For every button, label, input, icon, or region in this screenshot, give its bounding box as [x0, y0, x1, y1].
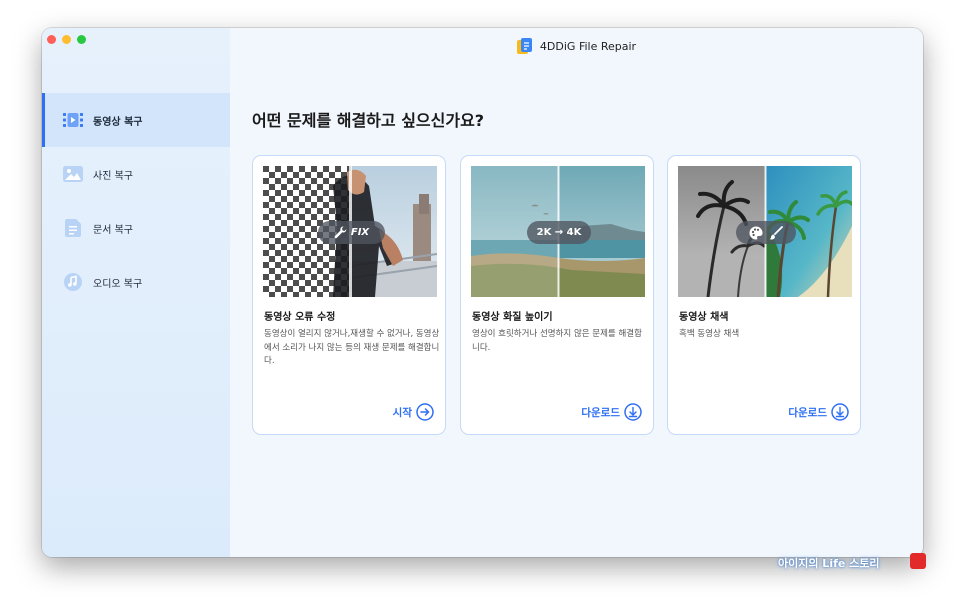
watermark-text: 아이지의 Life 스토리: [778, 557, 880, 570]
card-description: 흑백 동영상 채색: [679, 329, 740, 339]
download-button[interactable]: 다운로드: [788, 403, 849, 421]
app-logo-icon: [516, 37, 532, 54]
download-button-label: 다운로드: [581, 406, 620, 419]
palette-icon: [749, 225, 763, 239]
card-description: 동영상이 열리지 않거나,재생할 수 없거나, 동영상에서 소리가 나지 않는 …: [264, 329, 440, 366]
card-title: 동영상 오류 수정: [264, 312, 336, 323]
watermark-seal-icon: [910, 553, 926, 569]
brush-icon: [769, 225, 783, 239]
sidebar-item-audio-repair[interactable]: 오디오 복구: [42, 255, 230, 309]
arrow-right-circle-icon: [416, 403, 434, 421]
app-title: 4DDiG File Repair: [539, 39, 637, 53]
sidebar: 동영상 복구 사진 복구 문서 복구 오디오 복구: [42, 28, 230, 557]
video-colorize-illustration: [678, 166, 852, 297]
photo-icon: [63, 165, 83, 183]
download-button[interactable]: 다운로드: [581, 403, 642, 421]
sidebar-item-photo-repair[interactable]: 사진 복구: [42, 147, 230, 201]
card-video-error-fix[interactable]: FIX 동영상 오류 수정 동영상이 열리지 않거나,재생할 수 없거나, 동영…: [252, 155, 446, 435]
app-window: 동영상 복구 사진 복구 문서 복구 오디오 복구 4DDiG File Rep…: [42, 28, 923, 557]
download-circle-icon: [624, 403, 642, 421]
video-fix-illustration: FIX: [263, 166, 437, 297]
audio-icon: [63, 273, 83, 291]
card-title: 동영상 화질 높이기: [472, 312, 553, 323]
start-button-label: 시작: [392, 406, 412, 419]
card-video-colorize[interactable]: 동영상 채색 흑백 동영상 채색 다운로드: [667, 155, 861, 435]
sidebar-item-video-repair[interactable]: 동영상 복구: [42, 93, 230, 147]
sidebar-item-label: 사진 복구: [93, 170, 133, 182]
page-heading: 어떤 문제를 해결하고 싶으신가요?: [252, 111, 485, 130]
sidebar-item-label: 문서 복구: [93, 224, 133, 236]
fix-badge-label: FIX: [350, 227, 370, 238]
card-description: 영상이 흐릿하거나 선명하지 않은 문제를 해결합니다.: [472, 329, 642, 353]
sidebar-item-label: 동영상 복구: [93, 116, 143, 128]
minimize-window-button[interactable]: [62, 35, 71, 44]
download-circle-icon: [831, 403, 849, 421]
wrench-icon: [334, 226, 347, 239]
title-bar: 4DDiG File Repair: [230, 28, 923, 64]
card-title: 동영상 채색: [679, 312, 729, 323]
sidebar-item-label: 오디오 복구: [93, 278, 143, 290]
video-icon: [63, 111, 83, 129]
watermark: 아이지의 Life 스토리: [778, 553, 926, 575]
fix-badge: FIX: [318, 221, 385, 244]
video-enhance-illustration: 2K → 4K: [471, 166, 645, 297]
download-button-label: 다운로드: [788, 406, 827, 419]
window-controls: [47, 35, 86, 44]
document-icon: [63, 219, 83, 237]
zoom-window-button[interactable]: [77, 35, 86, 44]
start-button[interactable]: 시작: [393, 403, 434, 421]
resolution-badge: 2K → 4K: [527, 221, 591, 244]
card-video-enhance[interactable]: 2K → 4K 동영상 화질 높이기 영상이 흐릿하거나 선명하지 않은 문제를…: [460, 155, 654, 435]
colorize-badge: [736, 221, 796, 244]
close-window-button[interactable]: [47, 35, 56, 44]
sidebar-item-document-repair[interactable]: 문서 복구: [42, 201, 230, 255]
